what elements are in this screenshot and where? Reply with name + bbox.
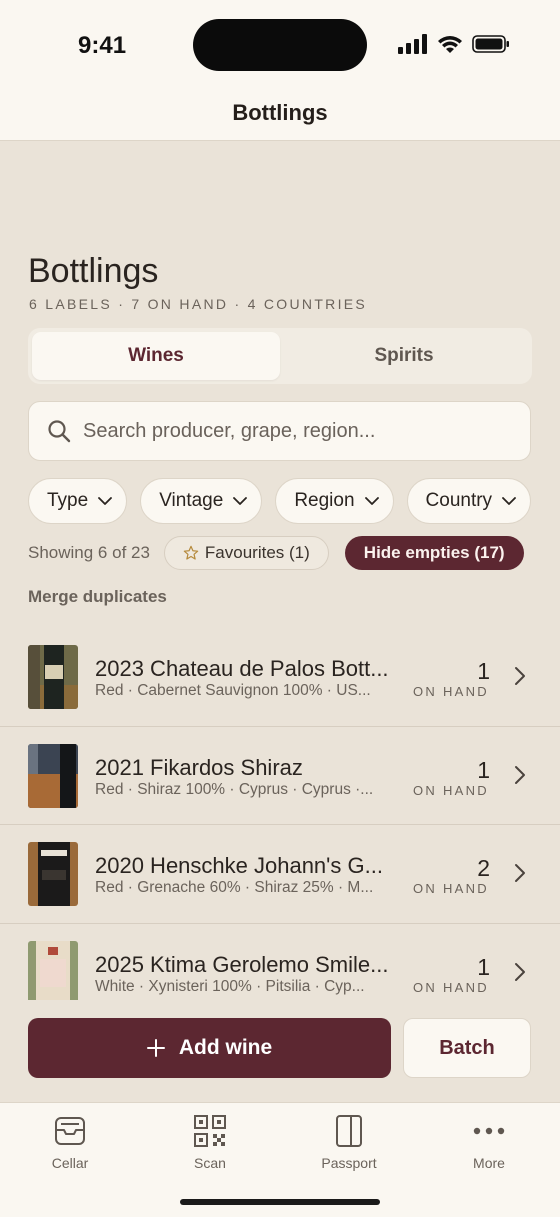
plus-icon [146, 1039, 165, 1057]
nav-title: Bottlings [232, 100, 328, 125]
tab-passport[interactable]: Passport [299, 1113, 399, 1171]
segment-wines[interactable]: Wines [32, 332, 280, 380]
wine-details: Red · Shiraz 100% · Cyprus · Cyprus ·... [95, 780, 374, 798]
filter-type[interactable]: Type [28, 478, 128, 524]
wine-row[interactable]: 2021 Fikardos Shiraz Red · Shiraz 100% ·… [0, 727, 560, 825]
status-time: 9:41 [78, 32, 127, 59]
wine-details: Red · Cabernet Sauvignon 100% · US... [95, 682, 371, 699]
filter-vintage-label: Vintage [159, 490, 224, 511]
wine-title: 2021 Fikardos Shiraz [95, 754, 303, 780]
dynamic-island [193, 19, 367, 71]
status-icons [398, 34, 510, 54]
search-icon [48, 420, 71, 443]
chevron-right-icon [515, 765, 525, 784]
segment-spirits[interactable]: Spirits [280, 332, 528, 380]
home-indicator [180, 1199, 380, 1205]
wine-title: 2020 Henschke Johann's G... [95, 853, 383, 878]
tab-scan-label: Scan [194, 1155, 226, 1171]
qr-code-icon [194, 1115, 226, 1147]
tab-passport-label: Passport [321, 1155, 377, 1171]
on-hand-count: 1 [477, 953, 490, 980]
wine-title: 2025 Ktima Gerolemo Smile... [95, 951, 389, 977]
on-hand-count: 2 [477, 855, 490, 881]
wine-thumbnail [28, 645, 78, 709]
wine-row[interactable]: 2025 Ktima Gerolemo Smile... White · Xyn… [0, 924, 560, 1000]
star-icon [183, 545, 199, 560]
favourites-toggle[interactable]: Favourites (1) [163, 536, 329, 570]
wine-thumbnail [28, 743, 78, 808]
navigation-bar: Bottlings [0, 90, 560, 141]
results-meta-row: Showing 6 of 23 Favourites (1) Hide empt… [28, 535, 548, 571]
merge-duplicates-link[interactable]: Merge duplicates [28, 587, 167, 607]
on-hand-label: ON HAND [412, 782, 489, 798]
filter-country-label: Country [425, 490, 493, 511]
passport-icon [336, 1115, 362, 1147]
cellar-icon [55, 1117, 85, 1145]
wines-spirits-segmented-control: Wines Spirits [28, 328, 532, 384]
tab-cellar-label: Cellar [51, 1155, 89, 1171]
wine-thumbnail [28, 842, 78, 906]
battery-icon [472, 35, 509, 53]
search-field[interactable] [28, 401, 531, 461]
on-hand-label: ON HAND [412, 684, 489, 699]
on-hand-label: ON HAND [412, 979, 489, 995]
wifi-icon [438, 36, 462, 53]
wine-row[interactable]: 2023 Chateau de Palos Bott... Red · Cabe… [0, 628, 560, 727]
filter-type-label: Type [47, 490, 89, 511]
on-hand-count: 1 [477, 658, 490, 684]
wine-list: 2023 Chateau de Palos Bott... Red · Cabe… [0, 628, 560, 1000]
status-bar: 9:41 [0, 0, 560, 90]
filter-country[interactable]: Country [406, 478, 532, 524]
tab-more[interactable]: More [439, 1113, 539, 1171]
chevron-down-icon [233, 496, 248, 505]
chevron-down-icon [98, 496, 113, 505]
wine-details: Red · Grenache 60% · Shiraz 25% · M... [95, 879, 374, 896]
wine-row[interactable]: 2020 Henschke Johann's G... Red · Grenac… [0, 825, 560, 924]
page-subtitle: 6 labels · 7 on hand · 4 countries [29, 296, 368, 312]
on-hand-count: 1 [477, 756, 490, 783]
tab-more-label: More [473, 1155, 505, 1171]
add-wine-label: Add wine [178, 1036, 273, 1059]
filter-region[interactable]: Region [275, 478, 394, 524]
results-count: Showing 6 of 23 [28, 543, 150, 562]
more-icon [473, 1127, 505, 1135]
chevron-right-icon [515, 864, 525, 882]
cellular-signal-icon [398, 34, 427, 54]
wine-title: 2023 Chateau de Palos Bott... [95, 656, 389, 681]
batch-button[interactable]: Batch [403, 1018, 531, 1078]
filter-region-label: Region [294, 490, 355, 511]
wine-details: White · Xynisteri 100% · Pitsilia · Cyp.… [95, 977, 365, 995]
hide-empties-toggle[interactable]: Hide empties (17) [344, 536, 524, 570]
tab-cellar[interactable]: Cellar [20, 1113, 120, 1171]
wine-thumbnail [28, 940, 78, 1000]
chevron-down-icon [502, 496, 516, 505]
filter-chips: Type Vintage Region Country [28, 478, 532, 524]
favourites-label: Favourites (1) [204, 543, 310, 562]
chevron-down-icon [364, 496, 379, 505]
chevron-right-icon [515, 962, 525, 981]
search-input[interactable] [83, 419, 503, 443]
page-title: Bottlings [28, 252, 159, 290]
on-hand-label: ON HAND [412, 881, 489, 896]
chevron-right-icon [515, 667, 525, 685]
add-wine-button[interactable]: Add wine [28, 1018, 391, 1078]
filter-vintage[interactable]: Vintage [140, 478, 263, 524]
tab-scan[interactable]: Scan [160, 1113, 260, 1171]
